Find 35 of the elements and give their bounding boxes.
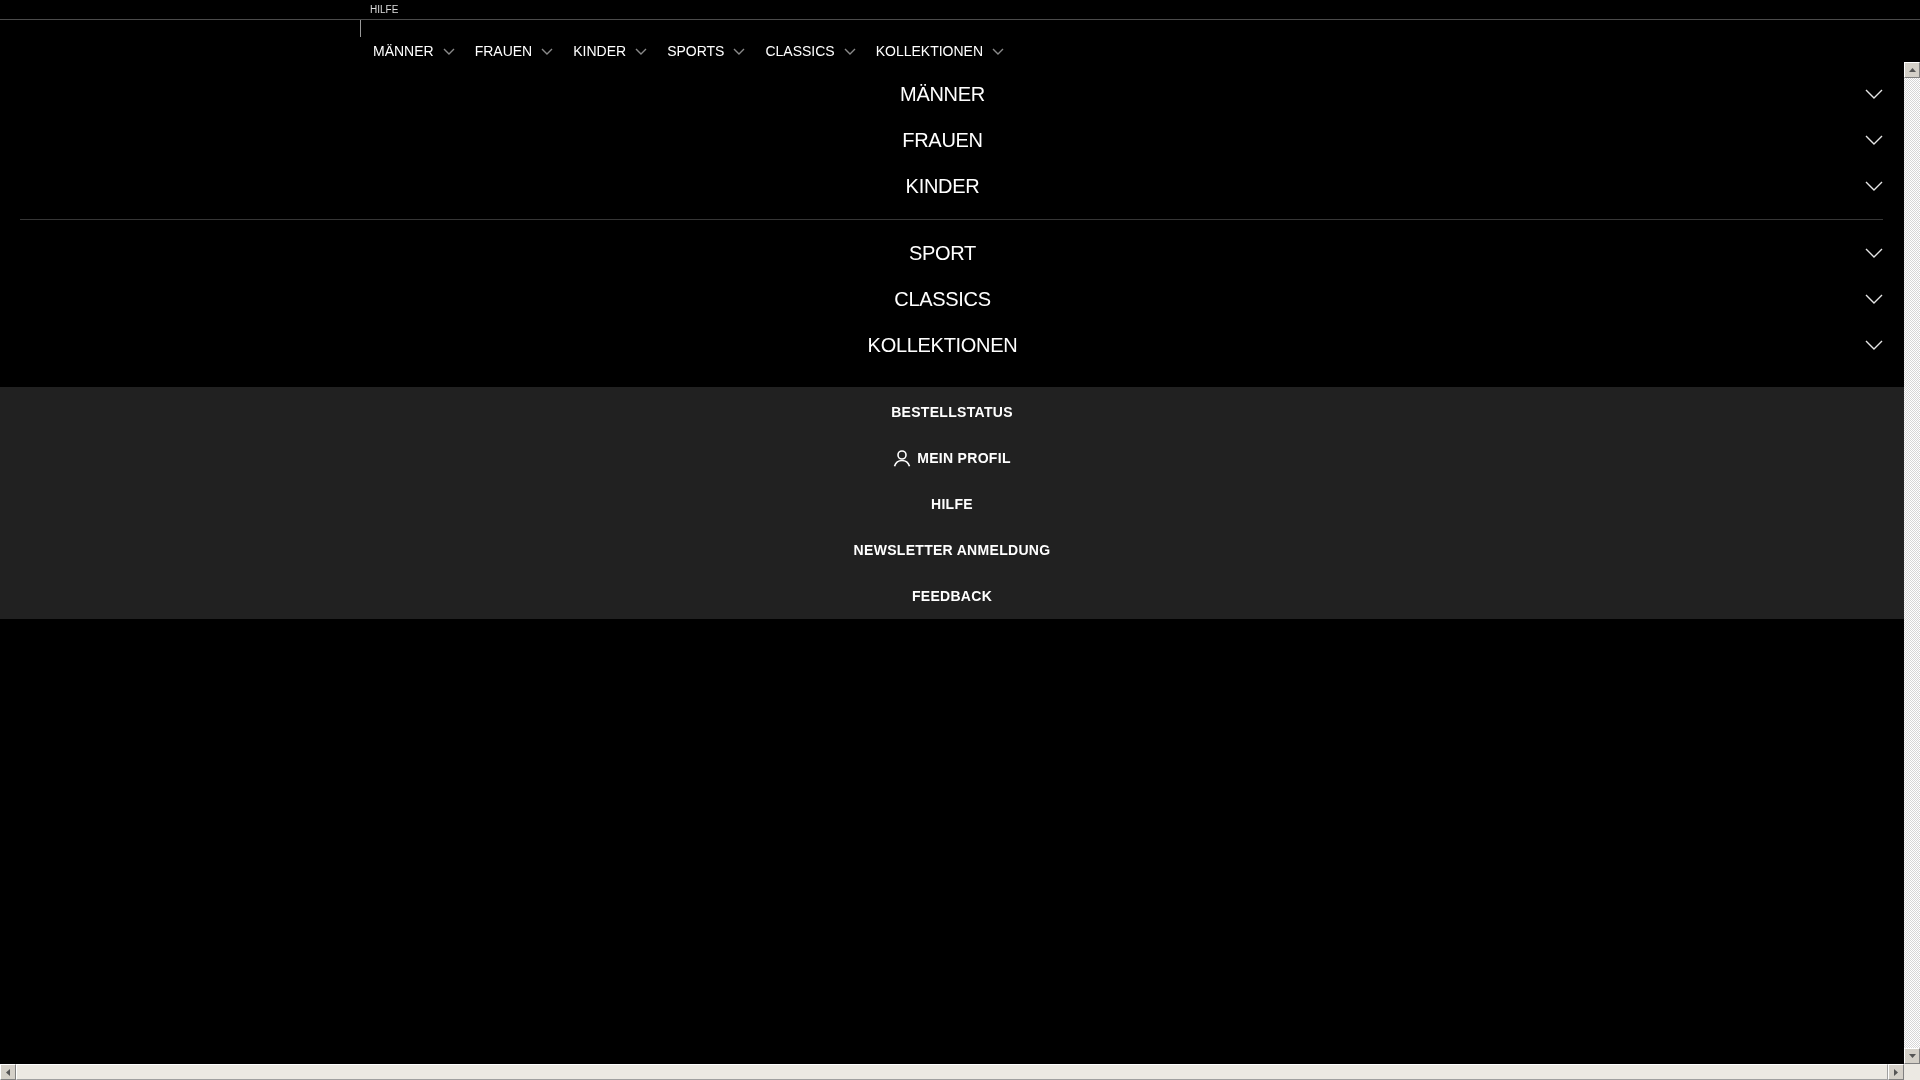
nav-link[interactable]: MÄNNER <box>373 43 455 59</box>
chevron-down-icon <box>442 47 455 55</box>
chevron-down-icon <box>541 47 554 55</box>
nav-link[interactable]: KOLLEKTIONEN <box>875 43 1005 59</box>
chevron-down-icon <box>843 47 856 55</box>
person-icon <box>893 449 912 467</box>
scrollbar-corner <box>1904 1064 1920 1080</box>
triangle-left-icon <box>6 1068 10 1076</box>
scroll-left-button[interactable] <box>0 1064 16 1080</box>
triangle-down-icon <box>1908 1054 1916 1058</box>
scroll-right-button[interactable] <box>1888 1064 1904 1080</box>
menu-link[interactable]: BESTELLSTATUS <box>891 404 1013 420</box>
chevron-down-icon <box>635 47 648 55</box>
menu-item[interactable]: KINDER <box>0 163 1904 209</box>
menu-link[interactable]: NEWSLETTER ANMELDUNG <box>853 542 1051 558</box>
scroll-down-button[interactable] <box>1904 1048 1920 1064</box>
menu-item[interactable]: CLASSICS <box>0 276 1904 322</box>
menu-item[interactable]: KOLLEKTIONEN <box>0 322 1904 368</box>
triangle-up-icon <box>1908 68 1916 72</box>
vertical-scrollbar[interactable] <box>1904 62 1920 1064</box>
menu-item[interactable]: SPORT <box>0 230 1904 276</box>
nav-link[interactable]: KINDER <box>573 43 648 59</box>
triangle-right-icon <box>1894 1068 1898 1076</box>
menu-item[interactable]: MÄNNER <box>0 71 1904 117</box>
scroll-up-button[interactable] <box>1904 62 1920 78</box>
nav-link[interactable]: CLASSICS <box>765 43 856 59</box>
menu-link[interactable]: FEEDBACK <box>911 588 993 604</box>
menu-link[interactable]: HILFE <box>931 496 973 512</box>
nav-link[interactable]: FRAUEN <box>474 43 554 59</box>
chevron-down-icon <box>992 47 1005 55</box>
menu-item[interactable]: FRAUEN <box>0 117 1904 163</box>
menu-link[interactable]: MEIN PROFIL <box>893 449 1011 467</box>
nav-link[interactable]: SPORTS <box>667 43 746 59</box>
help-link[interactable]: HILFE <box>370 3 399 16</box>
chevron-down-icon <box>733 47 746 55</box>
